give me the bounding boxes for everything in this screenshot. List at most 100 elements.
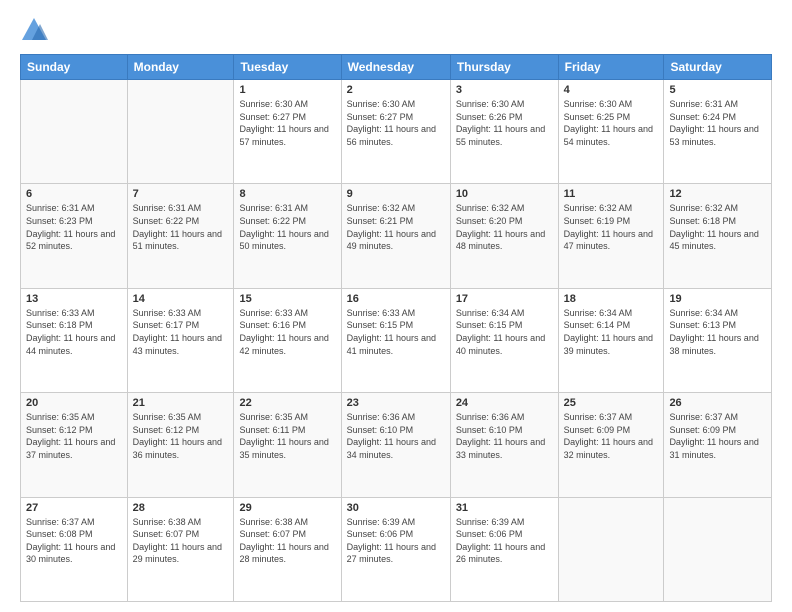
- day-info: Sunrise: 6:30 AMSunset: 6:27 PMDaylight:…: [239, 98, 335, 148]
- calendar-cell: 12 Sunrise: 6:32 AMSunset: 6:18 PMDayligh…: [664, 184, 772, 288]
- calendar-cell: 17 Sunrise: 6:34 AMSunset: 6:15 PMDayligh…: [450, 288, 558, 392]
- calendar-cell: 7 Sunrise: 6:31 AMSunset: 6:22 PMDaylight…: [127, 184, 234, 288]
- day-info: Sunrise: 6:31 AMSunset: 6:24 PMDaylight:…: [669, 98, 766, 148]
- calendar-cell: 26 Sunrise: 6:37 AMSunset: 6:09 PMDayligh…: [664, 393, 772, 497]
- day-info: Sunrise: 6:37 AMSunset: 6:09 PMDaylight:…: [669, 411, 766, 461]
- day-number: 2: [347, 84, 445, 96]
- day-info: Sunrise: 6:32 AMSunset: 6:19 PMDaylight:…: [564, 202, 659, 252]
- day-number: 25: [564, 397, 659, 409]
- logo-icon: [20, 16, 48, 44]
- day-info: Sunrise: 6:32 AMSunset: 6:21 PMDaylight:…: [347, 202, 445, 252]
- calendar-cell: 9 Sunrise: 6:32 AMSunset: 6:21 PMDaylight…: [341, 184, 450, 288]
- day-number: 16: [347, 293, 445, 305]
- calendar-week-3: 13Sunrise: 6:33 AMSunset: 6:18 PMDayligh…: [21, 288, 772, 392]
- calendar-cell: 1 Sunrise: 6:30 AMSunset: 6:27 PMDaylight…: [234, 80, 341, 184]
- day-header-wednesday: Wednesday: [341, 55, 450, 80]
- day-info: Sunrise: 6:30 AMSunset: 6:26 PMDaylight:…: [456, 98, 553, 148]
- day-info: Sunrise: 6:37 AMSunset: 6:09 PMDaylight:…: [564, 411, 659, 461]
- calendar-cell: 28 Sunrise: 6:38 AMSunset: 6:07 PMDayligh…: [127, 497, 234, 601]
- calendar-cell: [558, 497, 664, 601]
- day-info: Sunrise: 6:33 AMSunset: 6:15 PMDaylight:…: [347, 307, 445, 357]
- day-number: 12: [669, 188, 766, 200]
- calendar-cell: 22 Sunrise: 6:35 AMSunset: 6:11 PMDayligh…: [234, 393, 341, 497]
- day-number: 31: [456, 502, 553, 514]
- calendar-cell: 19 Sunrise: 6:34 AMSunset: 6:13 PMDayligh…: [664, 288, 772, 392]
- day-number: 21: [133, 397, 229, 409]
- day-number: 8: [239, 188, 335, 200]
- header: [20, 16, 772, 44]
- day-info: Sunrise: 6:34 AMSunset: 6:14 PMDaylight:…: [564, 307, 659, 357]
- day-number: 18: [564, 293, 659, 305]
- day-number: 9: [347, 188, 445, 200]
- calendar-cell: 11 Sunrise: 6:32 AMSunset: 6:19 PMDayligh…: [558, 184, 664, 288]
- day-info: Sunrise: 6:36 AMSunset: 6:10 PMDaylight:…: [456, 411, 553, 461]
- day-number: 10: [456, 188, 553, 200]
- calendar-cell: 16 Sunrise: 6:33 AMSunset: 6:15 PMDayligh…: [341, 288, 450, 392]
- calendar-cell: 30 Sunrise: 6:39 AMSunset: 6:06 PMDayligh…: [341, 497, 450, 601]
- calendar-cell: [664, 497, 772, 601]
- day-header-saturday: Saturday: [664, 55, 772, 80]
- day-number: 24: [456, 397, 553, 409]
- calendar-cell: 15Sunrise: 6:33 AMSunset: 6:16 PMDayligh…: [234, 288, 341, 392]
- calendar-cell: 5 Sunrise: 6:31 AMSunset: 6:24 PMDaylight…: [664, 80, 772, 184]
- calendar-cell: 14 Sunrise: 6:33 AMSunset: 6:17 PMDayligh…: [127, 288, 234, 392]
- day-header-friday: Friday: [558, 55, 664, 80]
- day-number: 1: [239, 84, 335, 96]
- day-number: 26: [669, 397, 766, 409]
- day-number: 5: [669, 84, 766, 96]
- day-number: 28: [133, 502, 229, 514]
- day-number: 27: [26, 502, 122, 514]
- day-header-monday: Monday: [127, 55, 234, 80]
- day-header-sunday: Sunday: [21, 55, 128, 80]
- day-info: Sunrise: 6:31 AMSunset: 6:22 PMDaylight:…: [133, 202, 229, 252]
- day-info: Sunrise: 6:34 AMSunset: 6:13 PMDaylight:…: [669, 307, 766, 357]
- calendar-cell: 24 Sunrise: 6:36 AMSunset: 6:10 PMDayligh…: [450, 393, 558, 497]
- day-number: 3: [456, 84, 553, 96]
- day-info: Sunrise: 6:32 AMSunset: 6:20 PMDaylight:…: [456, 202, 553, 252]
- calendar-cell: 25 Sunrise: 6:37 AMSunset: 6:09 PMDayligh…: [558, 393, 664, 497]
- day-number: 17: [456, 293, 553, 305]
- logo: [20, 16, 52, 44]
- day-number: 11: [564, 188, 659, 200]
- calendar-week-4: 20Sunrise: 6:35 AMSunset: 6:12 PMDayligh…: [21, 393, 772, 497]
- day-number: 30: [347, 502, 445, 514]
- day-header-thursday: Thursday: [450, 55, 558, 80]
- calendar-cell: 31 Sunrise: 6:39 AMSunset: 6:06 PMDayligh…: [450, 497, 558, 601]
- calendar-cell: 29Sunrise: 6:38 AMSunset: 6:07 PMDayligh…: [234, 497, 341, 601]
- calendar-week-2: 6 Sunrise: 6:31 AMSunset: 6:23 PMDaylight…: [21, 184, 772, 288]
- day-info: Sunrise: 6:39 AMSunset: 6:06 PMDaylight:…: [456, 516, 553, 566]
- day-info: Sunrise: 6:37 AMSunset: 6:08 PMDaylight:…: [26, 516, 122, 566]
- calendar-week-1: 1 Sunrise: 6:30 AMSunset: 6:27 PMDaylight…: [21, 80, 772, 184]
- calendar-cell: 4 Sunrise: 6:30 AMSunset: 6:25 PMDaylight…: [558, 80, 664, 184]
- day-info: Sunrise: 6:35 AMSunset: 6:12 PMDaylight:…: [26, 411, 122, 461]
- day-number: 4: [564, 84, 659, 96]
- page: SundayMondayTuesdayWednesdayThursdayFrid…: [0, 0, 792, 612]
- day-info: Sunrise: 6:33 AMSunset: 6:17 PMDaylight:…: [133, 307, 229, 357]
- day-number: 7: [133, 188, 229, 200]
- calendar-cell: 20Sunrise: 6:35 AMSunset: 6:12 PMDayligh…: [21, 393, 128, 497]
- day-info: Sunrise: 6:34 AMSunset: 6:15 PMDaylight:…: [456, 307, 553, 357]
- day-info: Sunrise: 6:36 AMSunset: 6:10 PMDaylight:…: [347, 411, 445, 461]
- day-number: 22: [239, 397, 335, 409]
- day-info: Sunrise: 6:35 AMSunset: 6:11 PMDaylight:…: [239, 411, 335, 461]
- day-number: 6: [26, 188, 122, 200]
- calendar-cell: [21, 80, 128, 184]
- calendar-cell: 6 Sunrise: 6:31 AMSunset: 6:23 PMDaylight…: [21, 184, 128, 288]
- calendar-header-row: SundayMondayTuesdayWednesdayThursdayFrid…: [21, 55, 772, 80]
- day-info: Sunrise: 6:31 AMSunset: 6:23 PMDaylight:…: [26, 202, 122, 252]
- day-info: Sunrise: 6:38 AMSunset: 6:07 PMDaylight:…: [133, 516, 229, 566]
- day-info: Sunrise: 6:39 AMSunset: 6:06 PMDaylight:…: [347, 516, 445, 566]
- day-info: Sunrise: 6:32 AMSunset: 6:18 PMDaylight:…: [669, 202, 766, 252]
- day-info: Sunrise: 6:33 AMSunset: 6:18 PMDaylight:…: [26, 307, 122, 357]
- calendar-cell: 3 Sunrise: 6:30 AMSunset: 6:26 PMDaylight…: [450, 80, 558, 184]
- calendar-table: SundayMondayTuesdayWednesdayThursdayFrid…: [20, 54, 772, 602]
- day-number: 23: [347, 397, 445, 409]
- calendar-cell: [127, 80, 234, 184]
- day-info: Sunrise: 6:30 AMSunset: 6:25 PMDaylight:…: [564, 98, 659, 148]
- calendar-cell: 21 Sunrise: 6:35 AMSunset: 6:12 PMDayligh…: [127, 393, 234, 497]
- day-info: Sunrise: 6:35 AMSunset: 6:12 PMDaylight:…: [133, 411, 229, 461]
- day-number: 14: [133, 293, 229, 305]
- day-info: Sunrise: 6:31 AMSunset: 6:22 PMDaylight:…: [239, 202, 335, 252]
- day-number: 19: [669, 293, 766, 305]
- calendar-cell: 8 Sunrise: 6:31 AMSunset: 6:22 PMDaylight…: [234, 184, 341, 288]
